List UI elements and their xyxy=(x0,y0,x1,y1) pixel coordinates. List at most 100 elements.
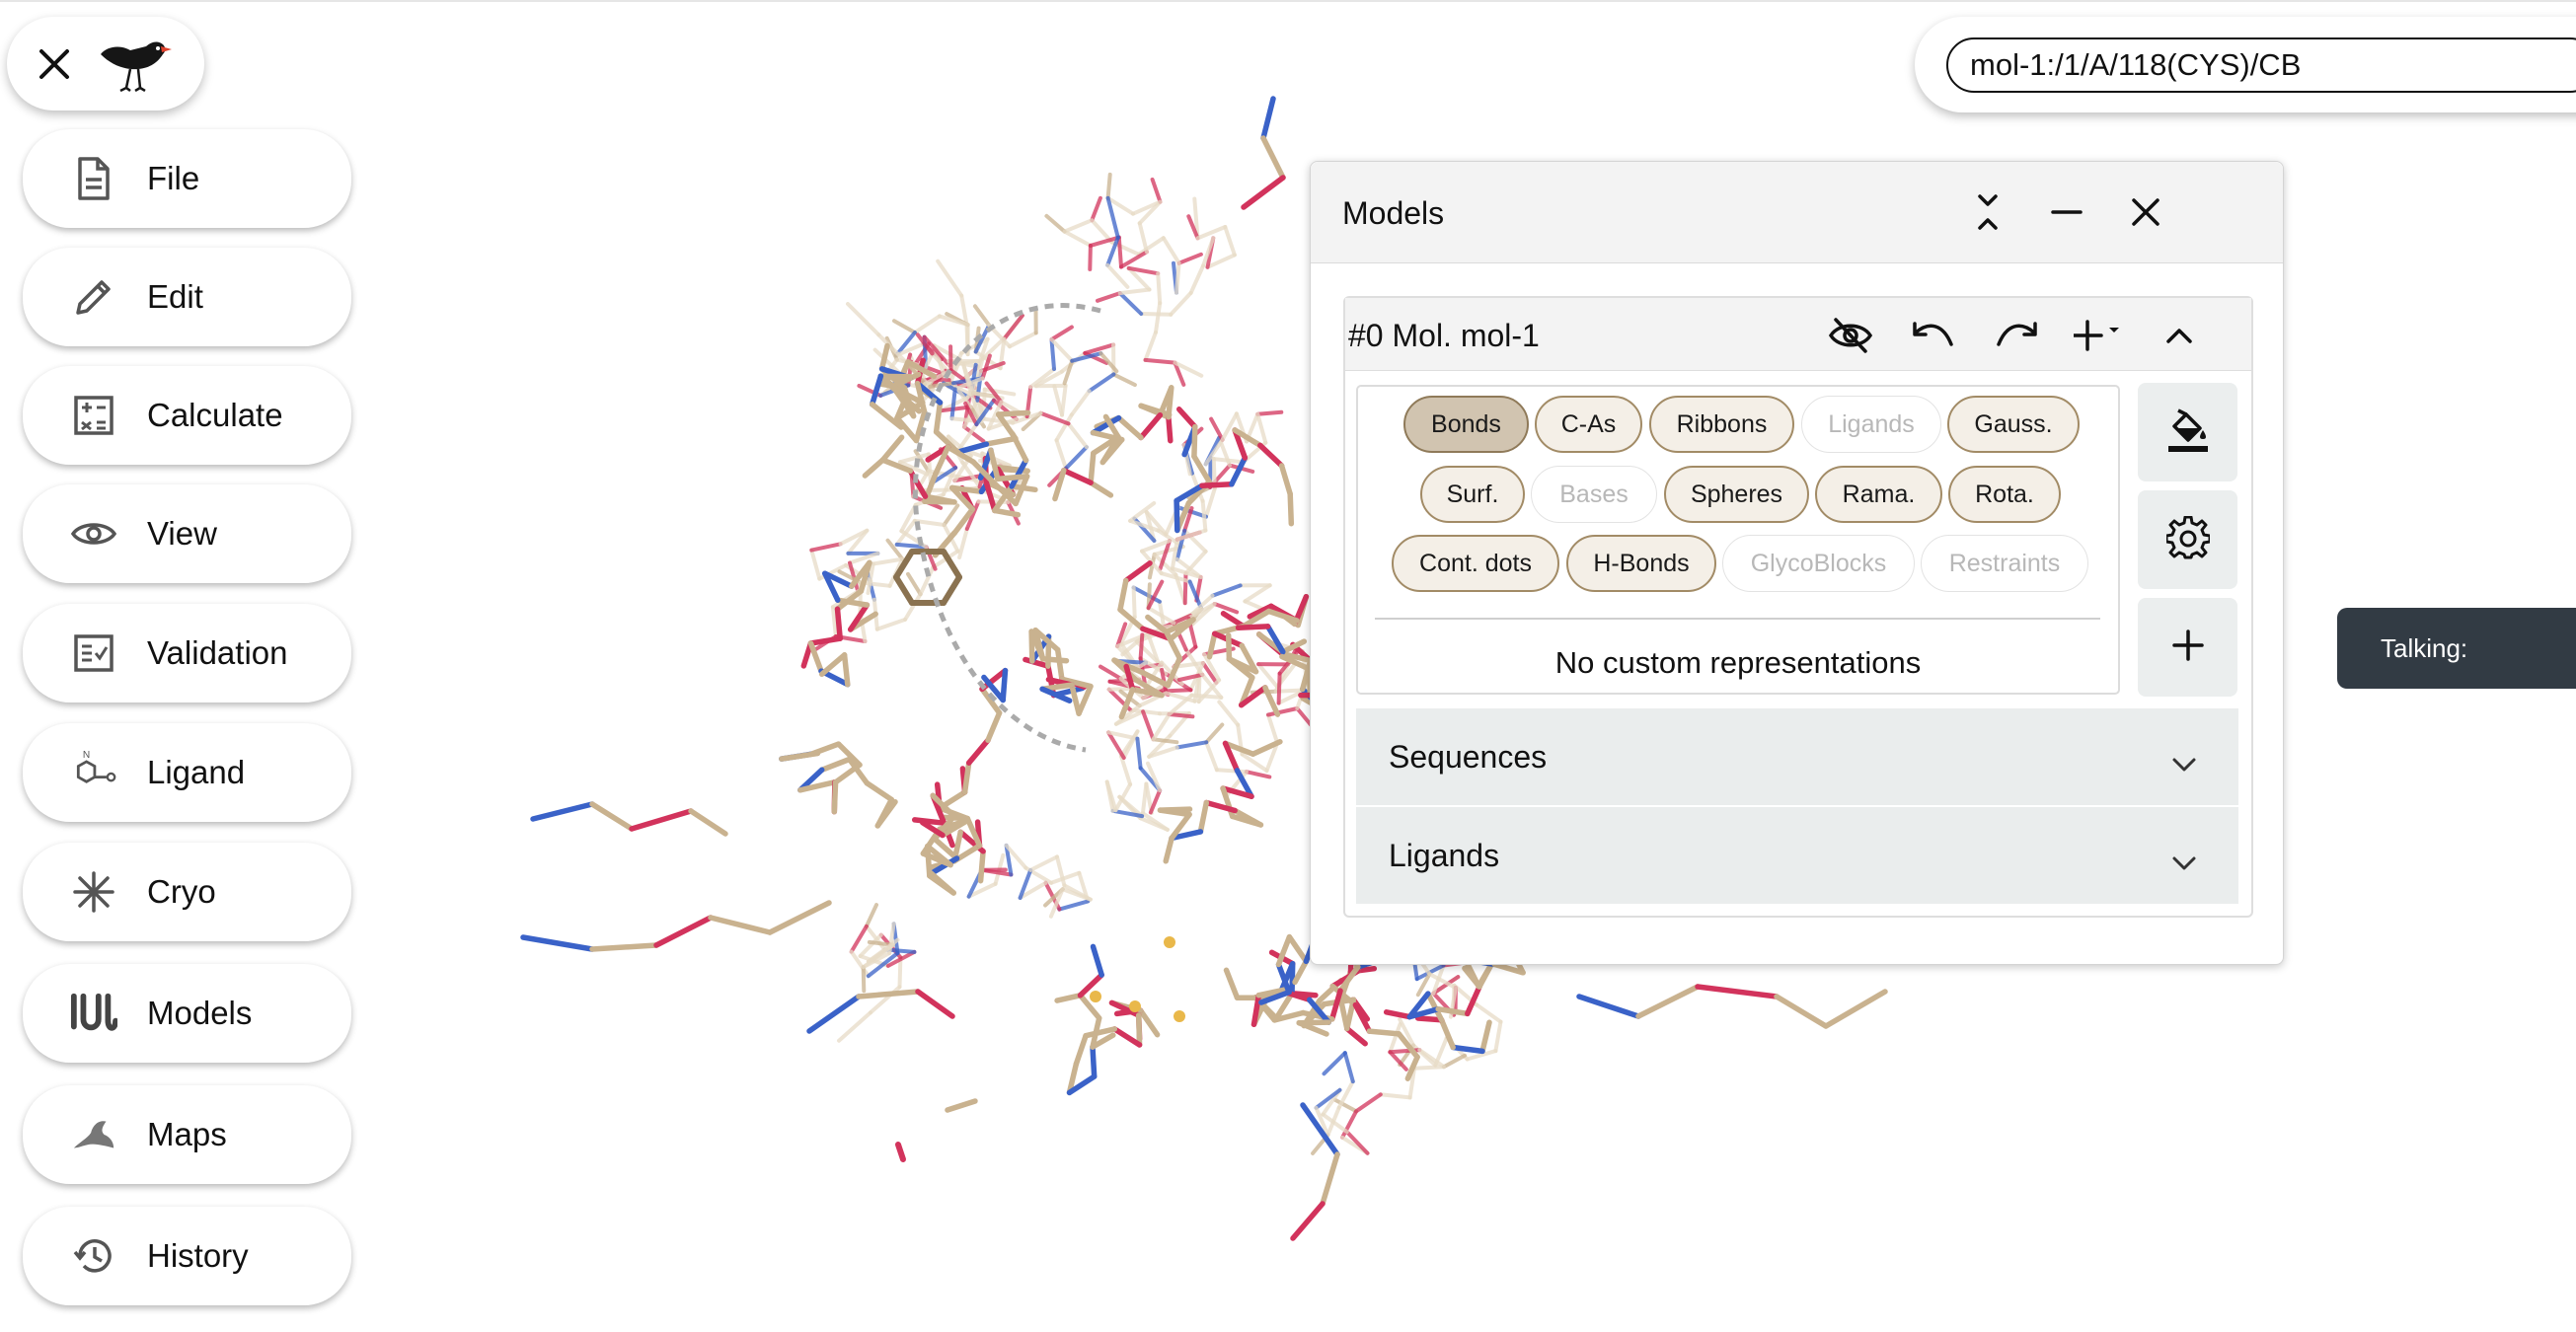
minimize-window-icon[interactable] xyxy=(2046,191,2087,233)
menu-cryo-button[interactable]: Cryo xyxy=(23,843,351,941)
menu-models-button[interactable]: Models xyxy=(23,964,351,1063)
bond xyxy=(1117,291,1144,316)
bond xyxy=(1150,177,1163,204)
menu-history-button[interactable]: History xyxy=(23,1207,351,1305)
ligands-accordion[interactable]: Ligands xyxy=(1356,807,2238,904)
sequences-accordion[interactable]: Sequences xyxy=(1356,708,2238,805)
bond xyxy=(869,985,902,1015)
bond xyxy=(1066,421,1089,450)
bond xyxy=(879,434,905,463)
settings-button[interactable] xyxy=(2138,490,2237,589)
bond xyxy=(1450,1044,1485,1055)
sulfur-atom xyxy=(1090,991,1101,1002)
molecule-name: #0 Mol. mol-1 xyxy=(1348,318,1540,353)
file-icon xyxy=(70,155,117,202)
bond xyxy=(1088,480,1114,498)
bond xyxy=(1105,172,1112,200)
bond xyxy=(1322,1051,1347,1076)
rep-chip-ligands[interactable]: Ligands xyxy=(1801,396,1941,453)
redo-icon[interactable] xyxy=(1993,312,2040,359)
bond xyxy=(1174,260,1181,295)
rep-chip-rota[interactable]: Rota. xyxy=(1948,466,2061,523)
menu-maps-button[interactable]: Maps xyxy=(23,1085,351,1184)
bond xyxy=(945,1098,978,1113)
bond xyxy=(1049,325,1074,342)
rep-chip-contact-dots[interactable]: Cont. dots xyxy=(1392,535,1559,592)
bond xyxy=(1286,933,1310,965)
bond xyxy=(1388,1022,1402,1055)
ligand-icon: N xyxy=(70,749,117,796)
bond xyxy=(1182,571,1188,606)
bond xyxy=(1010,431,1029,464)
svg-text:N: N xyxy=(83,750,90,761)
bond xyxy=(911,817,947,826)
rep-chip-bases[interactable]: Bases xyxy=(1531,466,1657,523)
rep-chip-label: H-Bonds xyxy=(1593,549,1690,577)
menu-file-button[interactable]: File xyxy=(23,129,351,228)
bond xyxy=(1241,175,1286,210)
rep-chip-rama[interactable]: Rama. xyxy=(1815,466,1942,523)
menu-ligand-label: Ligand xyxy=(147,754,246,790)
collapse-window-icon[interactable] xyxy=(1967,191,2008,233)
chevron-up-icon[interactable] xyxy=(2156,312,2203,359)
menu-ligand-button[interactable]: N Ligand xyxy=(23,723,351,822)
bond xyxy=(1211,457,1246,465)
bond xyxy=(1156,271,1163,306)
bond xyxy=(1028,854,1059,872)
bond xyxy=(1204,740,1219,773)
bond xyxy=(1163,835,1174,864)
close-window-icon[interactable] xyxy=(2125,191,2166,233)
color-fill-button[interactable] xyxy=(2138,383,2237,481)
bond xyxy=(1189,693,1224,700)
menu-calculate-button[interactable]: Calculate xyxy=(23,366,351,465)
add-representation-button[interactable] xyxy=(2138,598,2237,697)
rep-chip-h-bonds[interactable]: H-Bonds xyxy=(1566,535,1716,592)
bond xyxy=(1337,997,1350,1032)
bond xyxy=(1204,722,1225,745)
rep-chip-glycoblocks[interactable]: GlycoBlocks xyxy=(1722,535,1915,592)
rep-chip-restraints[interactable]: Restraints xyxy=(1921,535,2088,592)
bond xyxy=(1062,229,1093,248)
close-icon[interactable] xyxy=(38,47,71,81)
bond xyxy=(957,527,969,559)
menu-edit-button[interactable]: Edit xyxy=(23,248,351,346)
bond xyxy=(1204,486,1217,519)
models-icon xyxy=(70,990,117,1037)
menu-validation-button[interactable]: Validation xyxy=(23,604,351,703)
bond xyxy=(1111,372,1137,388)
rep-chip-ribbons[interactable]: Ribbons xyxy=(1649,396,1794,453)
bond xyxy=(1165,688,1193,694)
menu-view-button[interactable]: View xyxy=(23,484,351,583)
bond xyxy=(861,965,867,994)
rep-chip-bonds[interactable]: Bonds xyxy=(1403,396,1529,453)
bond xyxy=(1214,768,1249,775)
bond xyxy=(864,903,878,928)
models-window-header[interactable]: Models xyxy=(1311,162,2283,263)
rep-chip-surf[interactable]: Surf. xyxy=(1420,466,1525,523)
menu-edit-label: Edit xyxy=(147,278,203,315)
rep-chip-label: Bases xyxy=(1559,480,1629,508)
hide-eye-slash-icon[interactable] xyxy=(1827,312,1874,359)
bond xyxy=(1823,989,1888,1029)
pencil-icon xyxy=(70,273,117,321)
rep-chip-spheres[interactable]: Spheres xyxy=(1664,466,1809,523)
add-dropdown-icon[interactable] xyxy=(2074,312,2121,359)
bond xyxy=(1255,411,1268,445)
bond xyxy=(1064,445,1089,471)
bond xyxy=(1135,1012,1143,1048)
bond xyxy=(1475,1002,1503,1024)
checklist-icon xyxy=(70,629,117,677)
bond xyxy=(1139,312,1174,317)
bond xyxy=(1383,1009,1412,1020)
bond xyxy=(1366,1028,1402,1037)
residue-search-input[interactable] xyxy=(1946,37,2576,93)
rep-chip-gauss[interactable]: Gauss. xyxy=(1947,396,2080,453)
undo-icon[interactable] xyxy=(1910,312,1957,359)
rep-chip-c-as[interactable]: C-As xyxy=(1535,396,1642,453)
bond xyxy=(1054,646,1065,683)
bond xyxy=(1039,656,1070,664)
bond xyxy=(809,542,843,553)
bond xyxy=(1217,700,1241,727)
bond xyxy=(1223,225,1237,258)
bond xyxy=(1090,943,1104,978)
